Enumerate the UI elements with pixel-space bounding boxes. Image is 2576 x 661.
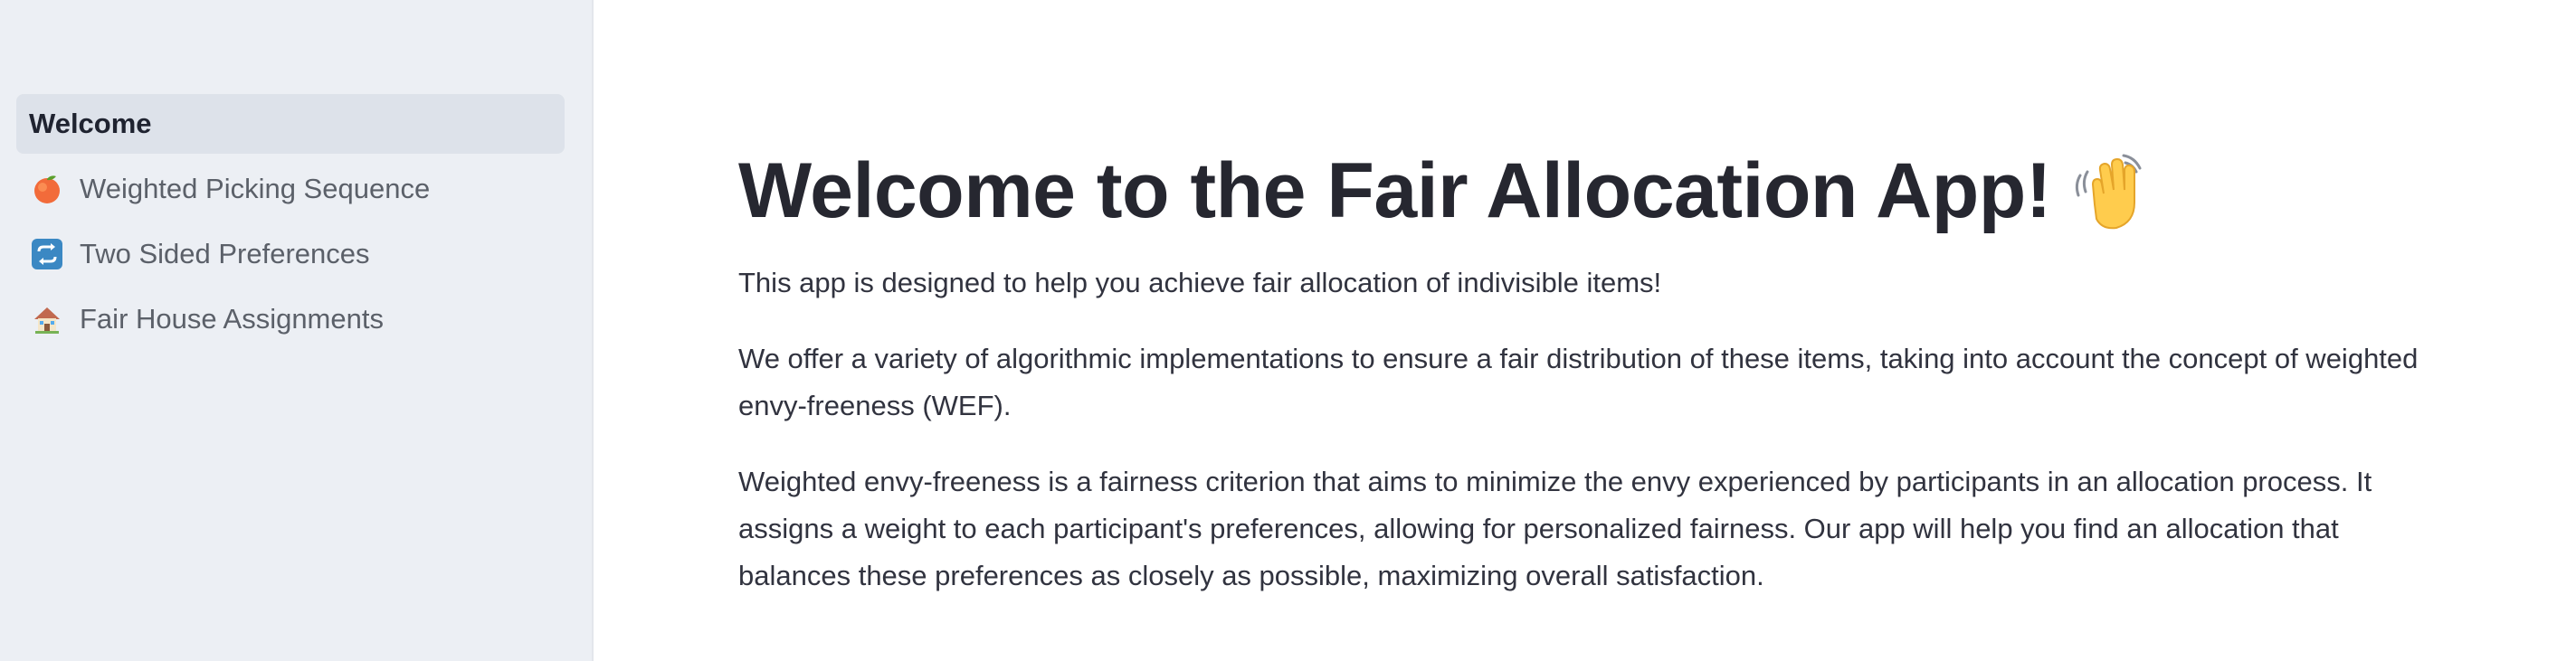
algorithms-paragraph: We offer a variety of algorithmic implem…: [738, 343, 2419, 422]
repeat-icon: [29, 236, 65, 272]
sidebar-item-label: Weighted Picking Sequence: [80, 173, 431, 204]
peach-icon: [29, 171, 65, 207]
sidebar-item-weighted-picking-sequence[interactable]: Weighted Picking Sequence: [16, 159, 565, 219]
sidebar-item-label: Two Sided Preferences: [80, 238, 370, 269]
page-title: Welcome to the Fair Allocation App!: [738, 145, 2576, 238]
sidebar-item-fair-house-assignments[interactable]: Fair House Assignments: [16, 289, 565, 349]
sidebar-item-label: Fair House Assignments: [80, 303, 384, 335]
house-icon: [29, 301, 65, 337]
intro-paragraph: This app is designed to help you achieve…: [738, 267, 1662, 299]
waving-hand-icon: [2067, 148, 2154, 235]
wef-paragraph: Weighted envy-freeness is a fairness cri…: [738, 466, 2372, 592]
sidebar-item-label: Welcome: [29, 108, 152, 139]
app-root: Welcome Weighted Picking Sequence Two Si…: [0, 0, 2576, 661]
sidebar-item-two-sided-preferences[interactable]: Two Sided Preferences: [16, 224, 565, 284]
sidebar-item-welcome[interactable]: Welcome: [16, 94, 565, 154]
sidebar: Welcome Weighted Picking Sequence Two Si…: [0, 0, 594, 661]
page-title-text: Welcome to the Fair Allocation App!: [738, 147, 2051, 234]
main-content: Welcome to the Fair Allocation App! This…: [594, 0, 2576, 661]
